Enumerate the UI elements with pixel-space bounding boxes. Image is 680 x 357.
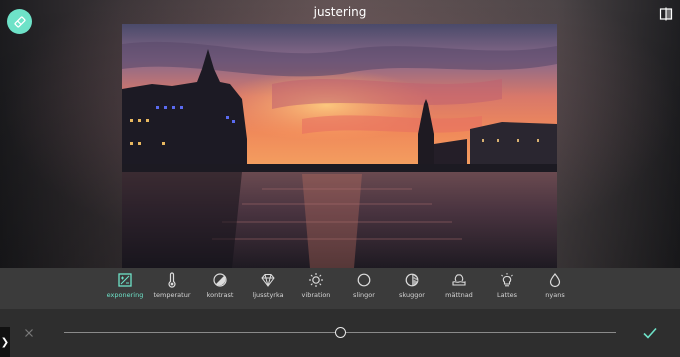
tool-temperature[interactable]: temperatur [146,272,198,299]
sun-icon [309,273,323,287]
tool-label: nyans [545,291,565,299]
tool-label: exponering [106,291,144,299]
apply-button[interactable] [641,324,659,342]
adjustment-editor: justering exponering temperatur kontrast… [0,0,680,357]
tool-label: ljusstyrka [252,291,284,299]
drop-icon [549,273,561,288]
shadows-icon [405,273,419,287]
drawer-toggle[interactable]: ❯ [0,327,10,357]
exposure-slider-thumb[interactable] [335,327,346,338]
tool-label: kontrast [206,291,234,299]
tool-label: slingor [353,291,375,299]
tool-exposure[interactable]: exponering [99,272,151,299]
eraser-icon [13,15,26,28]
eraser-button[interactable] [7,9,32,34]
tool-hue[interactable]: nyans [529,272,581,299]
tool-label: Lattes [496,291,518,299]
lightbulb-icon [501,273,513,287]
circle-icon [357,273,371,287]
adjustment-toolbar: exponering temperatur kontrast ljusstyrk… [0,268,680,309]
compare-split-icon [659,7,673,21]
diamond-icon [261,274,275,287]
tool-label: skuggor [399,291,425,299]
adjustment-controls [0,309,680,357]
contrast-icon [213,273,227,287]
exposure-icon [118,273,132,287]
tool-highlights[interactable]: slingor [338,272,390,299]
tool-saturation[interactable]: mättnad [433,272,485,299]
close-icon [25,329,33,337]
tool-contrast[interactable]: kontrast [194,272,246,299]
tool-label: mättnad [445,291,473,299]
photo-preview[interactable] [122,24,557,268]
tool-label: vibration [301,291,331,299]
cancel-button[interactable] [22,325,36,339]
compare-button[interactable] [659,6,673,21]
saturation-icon [452,274,466,286]
checkmark-icon [643,327,657,339]
tool-label: temperatur [153,291,191,299]
page-title: justering [313,5,367,19]
thermometer-icon [168,272,176,288]
tool-shadows[interactable]: skuggor [386,272,438,299]
tool-lattes[interactable]: Lattes [481,272,533,299]
tool-vibration[interactable]: vibration [290,272,342,299]
tool-brightness[interactable]: ljusstyrka [242,272,294,299]
sunset-photo [122,24,557,268]
